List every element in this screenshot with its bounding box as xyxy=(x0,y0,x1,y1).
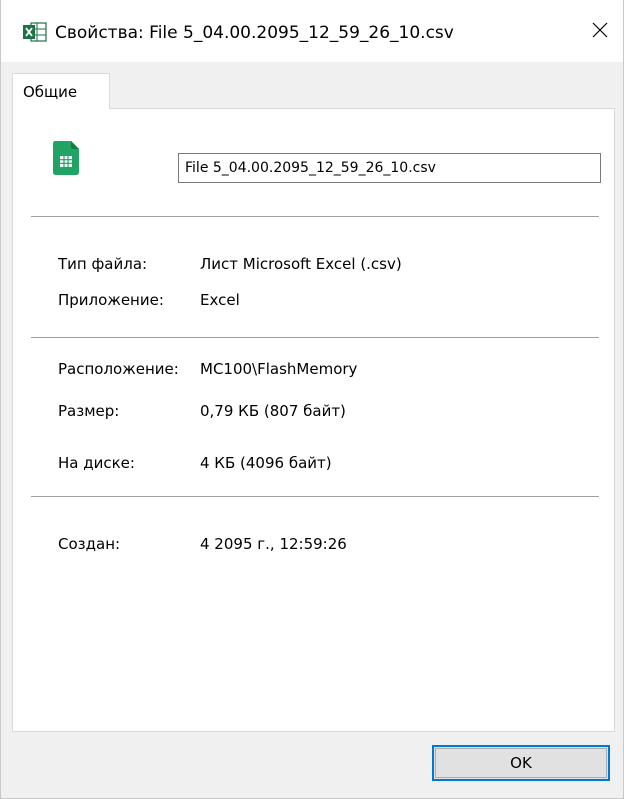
file-type-label: Тип файла: xyxy=(58,255,148,273)
location-label: Расположение: xyxy=(58,360,179,378)
app-label: Приложение: xyxy=(58,291,164,309)
app-value: Excel xyxy=(200,291,240,309)
sheets-file-icon xyxy=(53,141,79,175)
window-title: Свойства: File 5_04.00.2095_12_59_26_10.… xyxy=(55,23,454,43)
file-type-value: Лист Microsoft Excel (.csv) xyxy=(200,255,402,273)
ok-label: OK xyxy=(510,754,532,772)
disk-size-label: На диске: xyxy=(58,454,135,472)
created-value: 4 2095 г., 12:59:26 xyxy=(200,535,347,553)
file-name-field[interactable] xyxy=(178,153,601,183)
separator xyxy=(31,337,599,338)
tab-label: Общие xyxy=(23,82,78,101)
size-value: 0,79 КБ (807 байт) xyxy=(200,402,346,420)
separator xyxy=(31,216,599,217)
close-icon xyxy=(592,22,608,42)
disk-size-value: 4 КБ (4096 байт) xyxy=(200,454,332,472)
close-button[interactable] xyxy=(577,12,623,52)
dialog-body: Общие Тип файла: Лист Microsoft Excel (.… xyxy=(1,62,623,798)
general-tab-panel: Тип файла: Лист Microsoft Excel (.csv) П… xyxy=(12,108,615,732)
tab-general[interactable]: Общие xyxy=(12,73,110,109)
ok-button[interactable]: OK xyxy=(432,745,610,781)
title-bar[interactable]: Свойства: File 5_04.00.2095_12_59_26_10.… xyxy=(1,0,623,62)
properties-dialog: Свойства: File 5_04.00.2095_12_59_26_10.… xyxy=(0,0,624,799)
excel-icon xyxy=(23,22,47,42)
size-label: Размер: xyxy=(58,402,120,420)
separator xyxy=(31,496,599,497)
location-value: MC100\FlashMemory xyxy=(200,360,358,378)
created-label: Создан: xyxy=(58,535,121,553)
